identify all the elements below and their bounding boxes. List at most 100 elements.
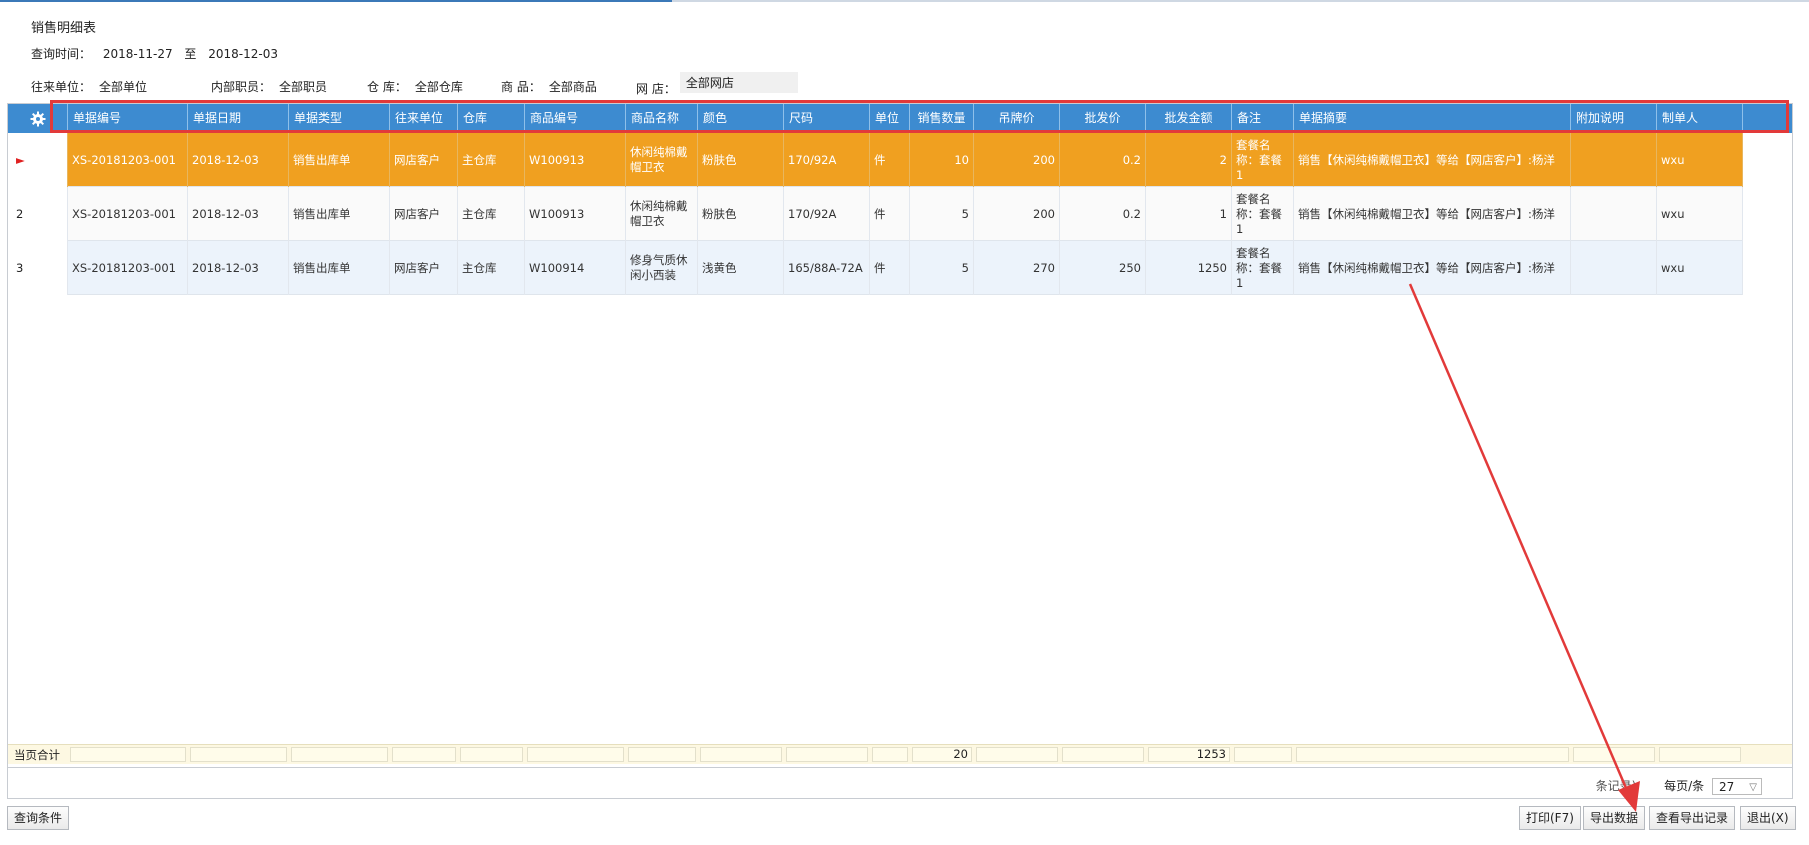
cell-doc-date[interactable]: 2018-12-03 [188,241,289,295]
cell-wholesale-price[interactable]: 250 [1060,241,1146,295]
filter-staff: 内部职员： 全部职员 [211,78,327,95]
cell-unit[interactable]: 件 [870,241,910,295]
cell-wholesale-amount[interactable]: 2 [1146,133,1232,187]
filter-shop-input[interactable]: 全部网店 [679,72,798,93]
totals-cell [700,747,782,762]
record-count: 条记录) [1595,779,1637,793]
cell-summary[interactable]: 销售【休闲纯棉戴帽卫衣】等给【网店客户】:杨洋 [1294,187,1571,241]
filter-product: 商 品： 全部商品 [501,78,597,95]
cell-wholesale-price[interactable]: 0.2 [1060,133,1146,187]
cell-product-no[interactable]: W100913 [525,187,626,241]
cell-product-name[interactable]: 休闲纯棉戴帽卫衣 [626,187,698,241]
totals-cell [1573,747,1655,762]
cell-extra-note[interactable] [1571,187,1657,241]
cell-warehouse[interactable]: 主仓库 [458,241,525,295]
cell-color[interactable]: 粉肤色 [698,133,784,187]
cell-size[interactable]: 170/92A [784,187,870,241]
cell-unit[interactable]: 件 [870,133,910,187]
totals-cell [1234,747,1292,762]
cell-tag-price[interactable]: 200 [974,133,1060,187]
cell-doc-no[interactable]: XS-20181203-001 [68,133,188,187]
query-time-sep: 至 [184,47,197,61]
cell-doc-date[interactable]: 2018-12-03 [188,187,289,241]
cell-qty[interactable]: 10 [910,133,974,187]
totals-cell [291,747,388,762]
cell-remark[interactable]: 套餐名称：套餐1 [1232,187,1294,241]
cell-creator[interactable]: wxu [1657,187,1743,241]
table-row[interactable]: 2 XS-20181203-001 2018-12-03 销售出库单 网店客户 … [8,187,1743,241]
cell-qty[interactable]: 5 [910,241,974,295]
cell-color[interactable]: 粉肤色 [698,187,784,241]
print-button[interactable]: 打印(F7) [1519,806,1581,830]
chevron-down-icon: ▽ [1749,782,1757,793]
page-totals-row: 当页合计 20 1253 [8,744,1792,764]
query-time: 查询时间： 2018-11-27 至 2018-12-03 [31,45,286,62]
per-page-label: 每页/条 [1664,779,1705,793]
filter-value[interactable]: 全部职员 [279,80,327,94]
totals-cell [70,747,186,762]
totals-cell [460,747,523,762]
totals-cell [1659,747,1741,762]
cell-remark[interactable]: 套餐名称：套餐1 [1232,241,1294,295]
per-page-select[interactable]: 27 ▽ [1712,778,1762,795]
page-title: 销售明细表 [31,21,97,36]
cell-doc-type[interactable]: 销售出库单 [289,241,390,295]
cell-partner[interactable]: 网店客户 [390,133,458,187]
cell-product-name[interactable]: 修身气质休闲小西装 [626,241,698,295]
cell-tag-price[interactable]: 270 [974,241,1060,295]
cell-doc-date[interactable]: 2018-12-03 [188,133,289,187]
table-row[interactable]: 3 XS-20181203-001 2018-12-03 销售出库单 网店客户 … [8,241,1743,295]
cell-size[interactable]: 165/88A-72A [784,241,870,295]
totals-cell [1062,747,1144,762]
data-grid: 单据编号 单据日期 单据类型 往来单位 仓库 商品编号 商品名称 颜色 尺码 单… [7,103,1793,799]
cell-creator[interactable]: wxu [1657,133,1743,187]
cell-remark[interactable]: 套餐名称：套餐1 [1232,133,1294,187]
filter-label: 网 店： [636,82,676,96]
cell-tag-price[interactable]: 200 [974,187,1060,241]
cell-wholesale-amount[interactable]: 1 [1146,187,1232,241]
cell-extra-note[interactable] [1571,133,1657,187]
cell-doc-no[interactable]: XS-20181203-001 [68,187,188,241]
cell-doc-type[interactable]: 销售出库单 [289,133,390,187]
totals-cell [628,747,696,762]
filter-value[interactable]: 全部单位 [99,80,147,94]
cell-unit[interactable]: 件 [870,187,910,241]
cell-color[interactable]: 浅黄色 [698,241,784,295]
filter-value[interactable]: 全部商品 [549,80,597,94]
cell-summary[interactable]: 销售【休闲纯棉戴帽卫衣】等给【网店客户】:杨洋 [1294,133,1571,187]
cell-doc-no[interactable]: XS-20181203-001 [68,241,188,295]
totals-cell [527,747,624,762]
filter-label: 往来单位： [31,80,92,94]
totals-cell [976,747,1058,762]
header-highlight-annotation [50,100,1789,133]
cell-size[interactable]: 170/92A [784,133,870,187]
totals-cell [1296,747,1569,762]
cell-wholesale-price[interactable]: 0.2 [1060,187,1146,241]
cell-partner[interactable]: 网店客户 [390,241,458,295]
cell-extra-note[interactable] [1571,241,1657,295]
query-conditions-button[interactable]: 查询条件 [7,806,70,830]
cell-qty[interactable]: 5 [910,187,974,241]
cell-product-no[interactable]: W100914 [525,241,626,295]
divider [8,767,1792,768]
cell-warehouse[interactable]: 主仓库 [458,187,525,241]
page-totals-label: 当页合计 [14,748,60,762]
exit-button[interactable]: 退出(X) [1740,806,1796,830]
totals-qty: 20 [912,747,972,762]
cell-partner[interactable]: 网店客户 [390,187,458,241]
filter-warehouse: 仓 库： 全部仓库 [367,78,463,95]
cell-warehouse[interactable]: 主仓库 [458,133,525,187]
cell-summary[interactable]: 销售【休闲纯棉戴帽卫衣】等给【网店客户】:杨洋 [1294,241,1571,295]
gear-icon [30,111,45,126]
cell-wholesale-amount[interactable]: 1250 [1146,241,1232,295]
cell-product-name[interactable]: 休闲纯棉戴帽卫衣 [626,133,698,187]
table-row[interactable]: ► XS-20181203-001 2018-12-03 销售出库单 网店客户 … [8,133,1743,187]
view-export-records-button[interactable]: 查看导出记录 [1649,806,1736,830]
filter-value[interactable]: 全部仓库 [415,80,463,94]
row-indicator: 3 [8,241,68,295]
cell-doc-type[interactable]: 销售出库单 [289,187,390,241]
export-data-button[interactable]: 导出数据 [1583,806,1646,830]
row-indicator: 2 [8,187,68,241]
cell-creator[interactable]: wxu [1657,241,1743,295]
cell-product-no[interactable]: W100913 [525,133,626,187]
